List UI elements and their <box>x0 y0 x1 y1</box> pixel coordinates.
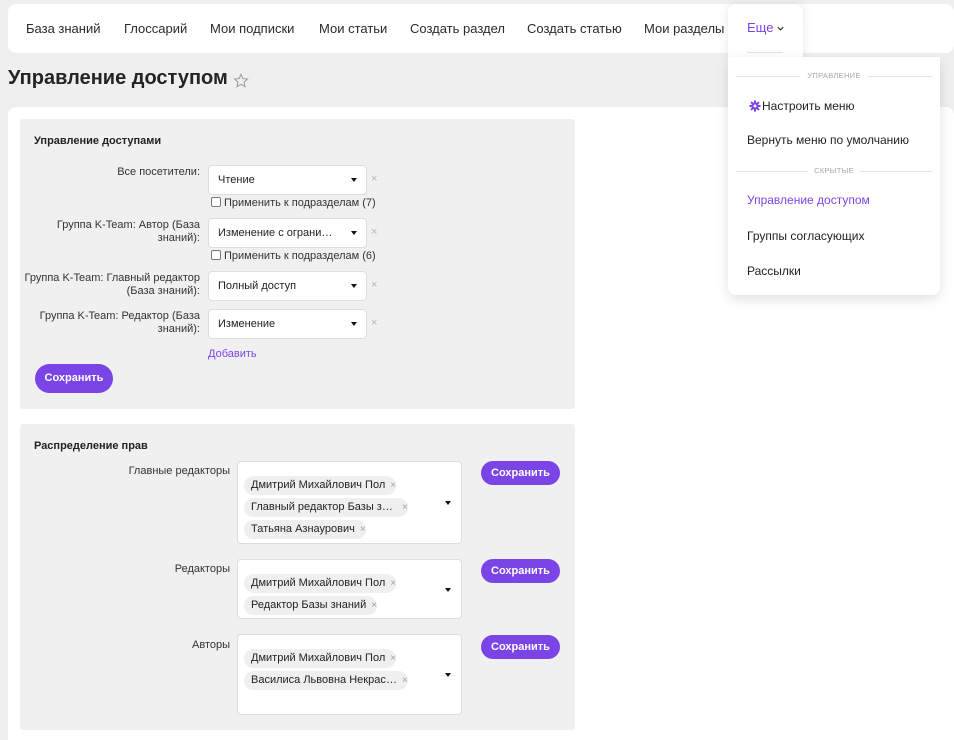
authors-label: Авторы <box>192 639 230 651</box>
editors-multiselect[interactable]: Дмитрий Михайлович Пол × Редактор Базы зн… <box>237 559 462 619</box>
apply-checkbox[interactable] <box>211 250 221 260</box>
apply-label: Применить к подразделам (7) <box>224 197 376 209</box>
apply-to-subsections: Применить к подразделам (7) <box>211 197 376 209</box>
remove-icon[interactable]: × <box>402 498 408 517</box>
remove-icon[interactable]: × <box>402 671 408 690</box>
tag-text: Василиса Львовна Некрасова <box>251 674 397 686</box>
tag-text: Дмитрий Михайлович Пол <box>251 577 386 589</box>
apply-checkbox[interactable] <box>211 197 221 207</box>
caret-down-icon <box>445 673 451 677</box>
tag-text: Дмитрий Михайлович Пол <box>251 479 386 491</box>
nav-item-knowledge-base[interactable]: База знаний <box>26 4 101 53</box>
caret-down-icon <box>445 588 451 592</box>
editors-label: Редакторы <box>174 563 230 575</box>
chevron-down-icon <box>777 26 784 31</box>
user-tag: Дмитрий Михайлович Пол × <box>244 649 397 668</box>
user-tag: Василиса Львовна Некрасова × <box>244 671 408 690</box>
remove-icon[interactable]: × <box>390 649 396 668</box>
dropdown-section-manage: УПРАВЛЕНИЕ <box>736 70 932 82</box>
apply-label: Применить к подразделам (6) <box>224 250 376 262</box>
star-icon[interactable] <box>233 73 249 89</box>
caret-down-icon <box>445 501 451 505</box>
remove-icon[interactable]: × <box>371 173 377 185</box>
section-label: УПРАВЛЕНИЕ <box>807 71 861 80</box>
caret-down-icon <box>351 231 357 235</box>
chief-editors-label: Главные редакторы <box>128 465 230 477</box>
caret-down-icon <box>351 284 357 288</box>
tag-text: Татьяна Азнаурович <box>251 523 355 535</box>
menu-item-reset-menu[interactable]: Вернуть меню по умолчанию <box>747 133 909 147</box>
nav-item-my-articles[interactable]: Мои статьи <box>319 4 387 53</box>
tag-text: Редактор Базы знаний <box>251 599 367 611</box>
user-tag: Главный редактор Базы знаний × <box>244 498 408 517</box>
section-label: СКРЫТЫЕ <box>814 166 854 175</box>
tag-text: Главный редактор Базы знаний <box>251 501 397 513</box>
dropdown-section-hidden: СКРЫТЫЕ <box>736 165 932 177</box>
remove-icon[interactable]: × <box>360 520 366 539</box>
remove-icon[interactable]: × <box>371 317 377 329</box>
nav-item-create-section[interactable]: Создать раздел <box>410 4 505 53</box>
remove-icon[interactable]: × <box>371 596 377 615</box>
menu-item-configure-menu[interactable]: Настроить меню <box>762 99 855 113</box>
access-level-value: Изменение <box>218 318 276 330</box>
nav-item-glossary[interactable]: Глоссарий <box>124 4 187 53</box>
access-level-value: Изменение с ограничением <box>218 227 338 239</box>
access-level-select[interactable]: Изменение с ограничением <box>208 218 367 248</box>
access-row-label: Группа K-Team: Редактор (База знаний): <box>39 310 200 335</box>
menu-item-mailings[interactable]: Рассылки <box>747 264 801 278</box>
apply-to-subsections: Применить к подразделам (6) <box>211 250 376 262</box>
page-title: Управление доступом <box>8 67 228 89</box>
caret-down-icon <box>351 178 357 182</box>
remove-icon[interactable]: × <box>371 279 377 291</box>
authors-multiselect[interactable]: Дмитрий Михайлович Пол × Василиса Львовна… <box>237 634 462 715</box>
user-tag: Дмитрий Михайлович Пол × <box>244 574 397 593</box>
add-link[interactable]: Добавить <box>208 348 257 360</box>
menu-item-approval-groups[interactable]: Группы согласующих <box>747 229 865 243</box>
access-level-value: Полный доступ <box>218 280 297 292</box>
nav-item-my-subscriptions[interactable]: Мои подписки <box>210 4 294 53</box>
user-tag: Татьяна Азнаурович × <box>244 520 366 539</box>
rights-distribution-panel: Распределение прав Главные редакторы Дми… <box>20 424 575 730</box>
top-navigation: База знаний Глоссарий Мои подписки Мои с… <box>8 4 954 53</box>
remove-icon[interactable]: × <box>390 574 396 593</box>
access-panel-title: Управление доступами <box>34 135 162 147</box>
nav-more-tab[interactable]: Еще <box>728 4 803 57</box>
menu-item-access-management[interactable]: Управление доступом <box>747 193 870 207</box>
more-dropdown-menu: УПРАВЛЕНИЕ Настроить меню Вернуть меню п… <box>728 57 940 295</box>
access-level-value: Чтение <box>218 174 255 186</box>
access-row-label: Группа K-Team: Автор (База знаний): <box>56 219 200 244</box>
nav-item-create-article[interactable]: Создать статью <box>527 4 622 53</box>
remove-icon[interactable]: × <box>371 226 377 238</box>
nav-more-label[interactable]: Еще <box>747 4 773 52</box>
save-button[interactable]: Сохранить <box>35 364 113 393</box>
access-level-select[interactable]: Полный доступ <box>208 271 367 301</box>
tag-text: Дмитрий Михайлович Пол <box>251 652 386 664</box>
rights-panel-title: Распределение прав <box>34 440 148 452</box>
save-button[interactable]: Сохранить <box>481 635 560 659</box>
user-tag: Дмитрий Михайлович Пол × <box>244 476 397 495</box>
save-button[interactable]: Сохранить <box>481 461 560 485</box>
access-level-select[interactable]: Изменение <box>208 309 367 339</box>
gear-icon <box>749 100 761 112</box>
nav-more-underline <box>747 52 783 53</box>
caret-down-icon <box>351 322 357 326</box>
chief-editors-multiselect[interactable]: Дмитрий Михайлович Пол × Главный редактор… <box>237 461 462 544</box>
nav-item-my-sections[interactable]: Мои разделы <box>644 4 724 53</box>
user-tag: Редактор Базы знаний × <box>244 596 378 615</box>
save-button[interactable]: Сохранить <box>481 559 560 583</box>
access-row-label: Группа K-Team: Главный редактор (База зн… <box>24 272 200 297</box>
access-management-panel: Управление доступами Все посетители: Чте… <box>20 119 575 409</box>
access-level-select[interactable]: Чтение <box>208 165 367 195</box>
remove-icon[interactable]: × <box>390 476 396 495</box>
access-row-label: Все посетители: <box>117 166 200 178</box>
